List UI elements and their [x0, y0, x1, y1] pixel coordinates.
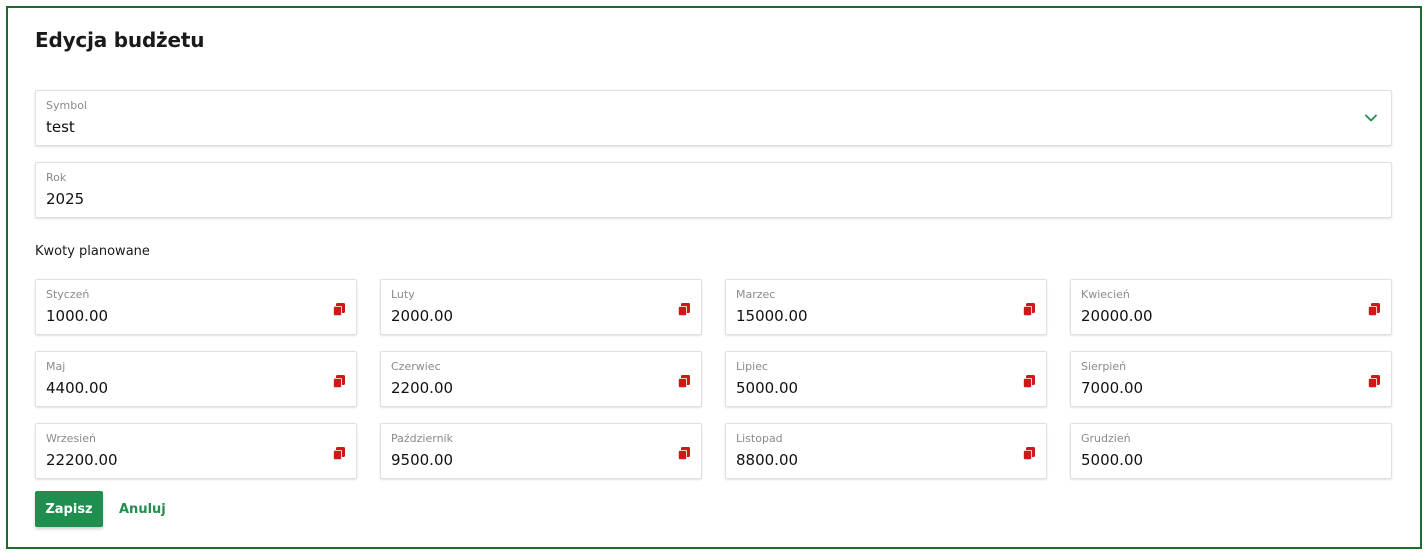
month-value[interactable]: 15000.00: [736, 307, 808, 325]
symbol-select[interactable]: Symbol test: [35, 90, 1392, 146]
month-field-listopad[interactable]: Listopad 8800.00: [725, 423, 1047, 479]
month-label: Wrzesień: [46, 432, 96, 445]
month-field-luty[interactable]: Luty 2000.00: [380, 279, 702, 335]
copy-icon[interactable]: [1022, 302, 1038, 318]
month-value[interactable]: 20000.00: [1081, 307, 1153, 325]
copy-icon[interactable]: [332, 302, 348, 318]
symbol-label: Symbol: [46, 99, 87, 112]
copy-icon[interactable]: [1367, 374, 1383, 390]
page-title: Edycja budżetu: [35, 28, 205, 52]
month-field-wrzesien[interactable]: Wrzesień 22200.00: [35, 423, 357, 479]
symbol-value[interactable]: test: [46, 118, 75, 136]
copy-icon[interactable]: [677, 374, 693, 390]
month-value[interactable]: 5000.00: [736, 379, 798, 397]
month-field-maj[interactable]: Maj 4400.00: [35, 351, 357, 407]
planned-amounts-heading: Kwoty planowane: [35, 244, 150, 259]
month-field-marzec[interactable]: Marzec 15000.00: [725, 279, 1047, 335]
month-label: Czerwiec: [391, 360, 441, 373]
month-field-sierpien[interactable]: Sierpień 7000.00: [1070, 351, 1392, 407]
month-label: Grudzień: [1081, 432, 1131, 445]
month-value[interactable]: 7000.00: [1081, 379, 1143, 397]
copy-icon[interactable]: [1022, 374, 1038, 390]
copy-icon[interactable]: [1022, 446, 1038, 462]
month-field-styczen[interactable]: Styczeń 1000.00: [35, 279, 357, 335]
budget-edit-panel: Edycja budżetu Symbol test Rok 2025 Kwot…: [6, 6, 1422, 549]
month-value[interactable]: 8800.00: [736, 451, 798, 469]
month-field-kwiecien[interactable]: Kwiecień 20000.00: [1070, 279, 1392, 335]
month-value[interactable]: 1000.00: [46, 307, 108, 325]
copy-icon[interactable]: [1367, 302, 1383, 318]
month-value[interactable]: 2200.00: [391, 379, 453, 397]
month-label: Kwiecień: [1081, 288, 1130, 301]
copy-icon[interactable]: [677, 446, 693, 462]
month-value[interactable]: 4400.00: [46, 379, 108, 397]
month-label: Lipiec: [736, 360, 769, 373]
month-label: Styczeń: [46, 288, 90, 301]
month-label: Listopad: [736, 432, 783, 445]
rok-value[interactable]: 2025: [46, 190, 84, 208]
save-button[interactable]: Zapisz: [35, 491, 103, 527]
month-field-lipiec[interactable]: Lipiec 5000.00: [725, 351, 1047, 407]
month-label: Maj: [46, 360, 66, 373]
month-field-pazdziernik[interactable]: Październik 9500.00: [380, 423, 702, 479]
cancel-button[interactable]: Anuluj: [111, 491, 174, 527]
month-label: Październik: [391, 432, 453, 445]
chevron-down-icon[interactable]: [1363, 110, 1379, 126]
month-field-czerwiec[interactable]: Czerwiec 2200.00: [380, 351, 702, 407]
month-label: Sierpień: [1081, 360, 1127, 373]
copy-icon[interactable]: [677, 302, 693, 318]
copy-icon[interactable]: [332, 374, 348, 390]
rok-label: Rok: [46, 171, 67, 184]
month-value[interactable]: 22200.00: [46, 451, 118, 469]
month-value[interactable]: 2000.00: [391, 307, 453, 325]
month-label: Marzec: [736, 288, 776, 301]
month-label: Luty: [391, 288, 415, 301]
rok-field[interactable]: Rok 2025: [35, 162, 1392, 218]
month-value[interactable]: 5000.00: [1081, 451, 1143, 469]
copy-icon[interactable]: [332, 446, 348, 462]
month-value[interactable]: 9500.00: [391, 451, 453, 469]
month-field-grudzien[interactable]: Grudzień 5000.00: [1070, 423, 1392, 479]
